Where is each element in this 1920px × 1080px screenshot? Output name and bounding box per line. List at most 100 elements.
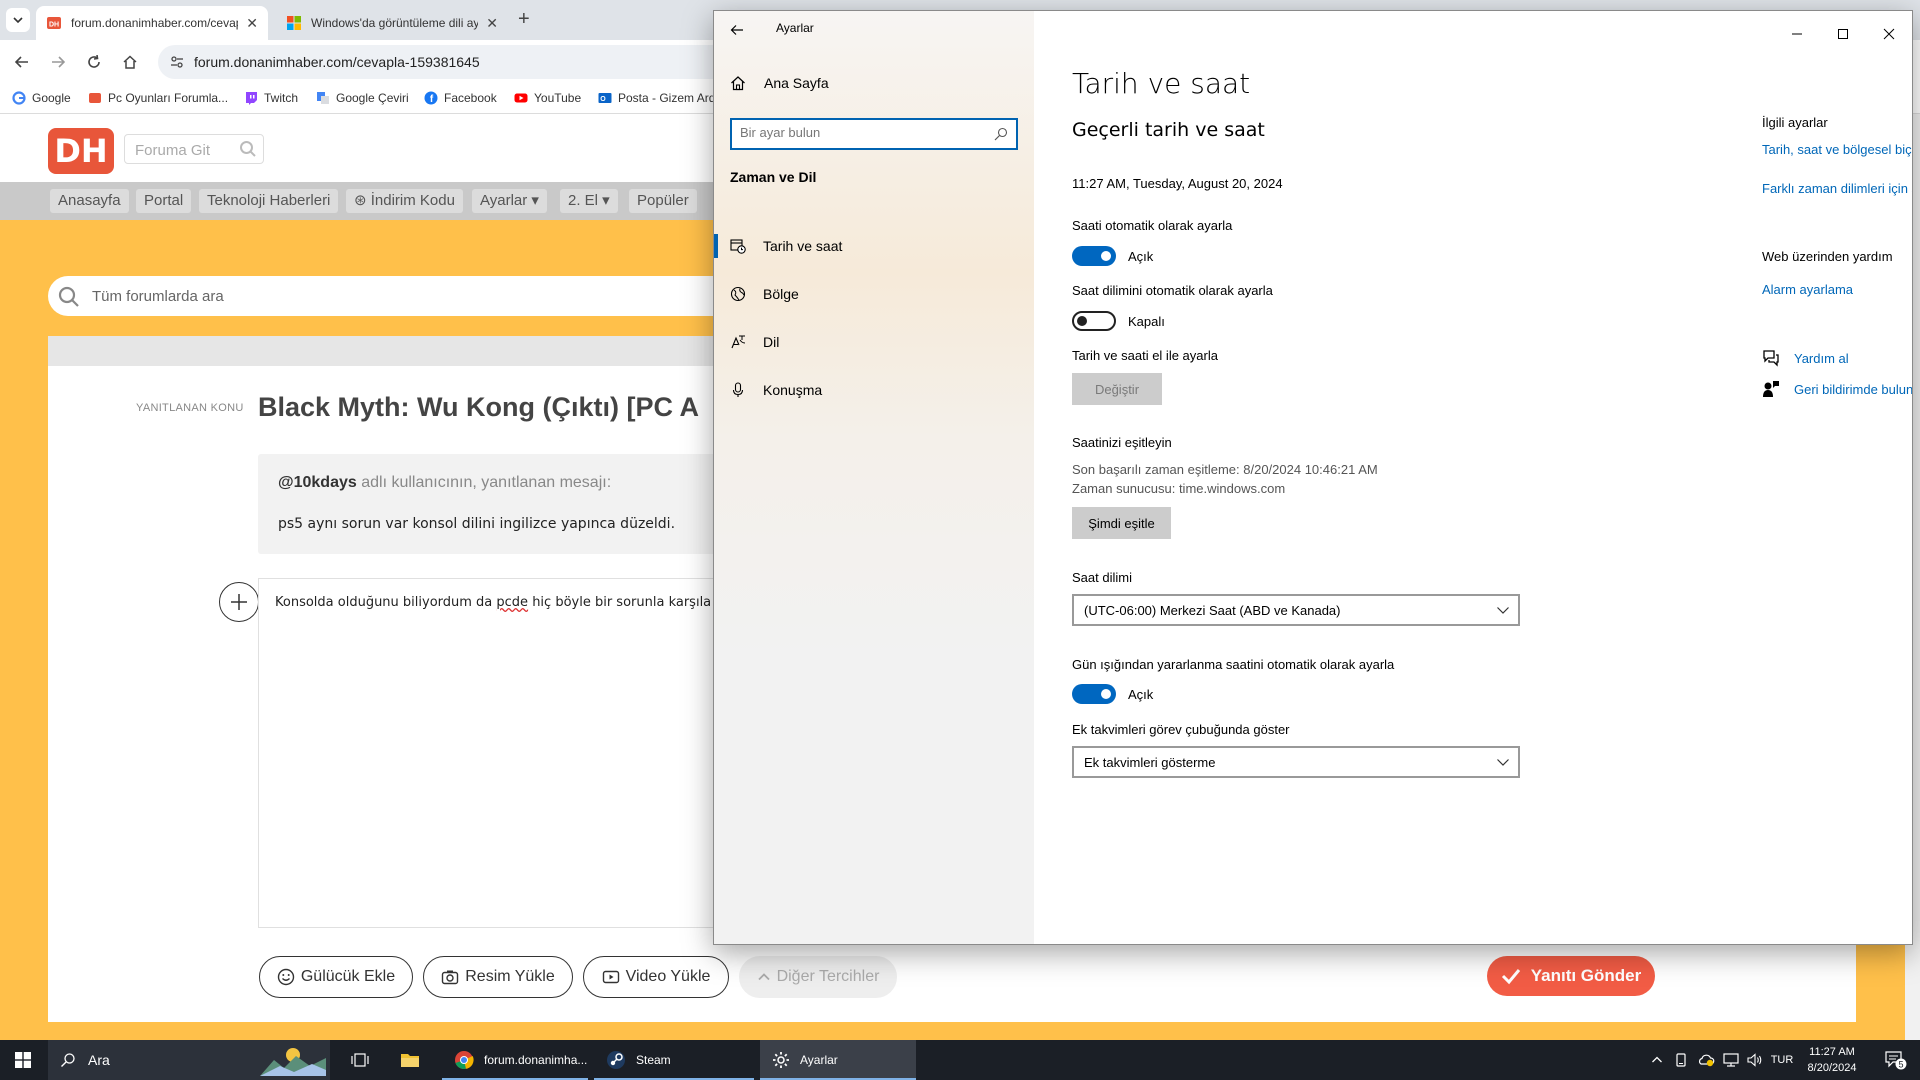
home-button[interactable] — [120, 52, 140, 72]
topic-title[interactable]: Black Myth: Wu Kong (Çıktı) [PC A — [258, 392, 699, 423]
translate-icon — [317, 92, 329, 104]
tray-network-icon[interactable] — [1720, 1040, 1742, 1080]
extra-calendars-select[interactable]: Ek takvimleri gösterme — [1072, 746, 1520, 778]
arrow-right-icon — [52, 56, 65, 68]
tray-onedrive-icon[interactable] — [1694, 1040, 1718, 1080]
bookmark-google[interactable]: Google — [12, 91, 71, 105]
twitch-icon — [246, 92, 257, 105]
site-info-icon[interactable] — [170, 55, 184, 69]
task-view-button[interactable] — [340, 1040, 380, 1080]
quote-username[interactable]: @10kdays — [278, 474, 357, 491]
clock-time: 11:27 AM — [1809, 1046, 1855, 1058]
taskbar-app-settings[interactable]: Ayarlar — [760, 1040, 916, 1080]
steam-icon — [607, 1051, 625, 1069]
tray-language-indicator[interactable]: TUR — [1768, 1040, 1796, 1080]
nav-teknoloji-haberleri[interactable]: Teknoloji Haberleri — [199, 189, 339, 213]
auto-timezone-toggle-row: Kapalı — [1072, 311, 1165, 331]
action-center-button[interactable]: 5 — [1872, 1040, 1920, 1080]
more-options-button[interactable]: Diğer Tercihler — [739, 956, 897, 998]
svg-text:DH: DH — [49, 22, 59, 29]
speaker-icon — [1747, 1053, 1762, 1067]
nav-portal[interactable]: Portal — [136, 189, 192, 213]
file-explorer-button[interactable] — [390, 1040, 430, 1080]
arrow-left-icon — [15, 56, 28, 68]
tray-overflow-button[interactable] — [1646, 1040, 1668, 1080]
tab-windows-language[interactable]: Windows'da görüntüleme dili ayarları ✕ — [276, 6, 508, 40]
bookmark-facebook[interactable]: f Facebook — [424, 91, 497, 105]
settings-nav-bolge[interactable]: Bölge — [714, 274, 1034, 314]
dst-toggle[interactable] — [1072, 684, 1116, 704]
last-sync-text: Son başarılı zaman eşitleme: 8/20/2024 1… — [1072, 462, 1378, 477]
gear-icon — [773, 1052, 789, 1068]
back-button[interactable] — [12, 52, 32, 72]
bookmark-posta[interactable]: O Posta - Gizem Ard — [598, 91, 715, 105]
back-button[interactable] — [730, 23, 744, 37]
regional-format-link[interactable]: Tarih, saat ve bölgesel biçim — [1762, 142, 1912, 157]
tab-donanimhaber[interactable]: DH forum.donanimhaber.com/cevapla-159381… — [36, 6, 268, 40]
bookmark-youtube[interactable]: YouTube — [514, 91, 581, 105]
bookmark-pc-oyunlari[interactable]: Pc Oyunları Forumla... — [88, 91, 228, 105]
nav-anasayfa[interactable]: Anasayfa — [50, 189, 129, 213]
change-datetime-button[interactable]: Değiştir — [1072, 373, 1162, 405]
nav-populer[interactable]: Popüler — [629, 189, 697, 213]
start-button[interactable] — [0, 1040, 46, 1080]
get-help-link[interactable]: Yardım al — [1762, 349, 1849, 367]
nav-ayarlar[interactable]: Ayarlar ▾ — [472, 189, 547, 213]
taskbar-app-steam[interactable]: Steam — [594, 1040, 754, 1080]
tab-search-button[interactable] — [6, 8, 30, 32]
forum-search-input[interactable]: Tüm forumlarda ara — [48, 276, 808, 316]
toggle-knob — [1077, 316, 1087, 326]
notification-count: 5 — [1898, 1060, 1903, 1070]
auto-timezone-label: Saat dilimini otomatik olarak ayarla — [1072, 283, 1273, 298]
search-icon[interactable] — [239, 140, 257, 158]
windows-logo-icon — [15, 1052, 31, 1068]
nav-ikinci-el[interactable]: 2. El ▾ — [560, 189, 618, 213]
settings-home-link[interactable]: Ana Sayfa — [730, 75, 829, 91]
settings-search-box[interactable] — [730, 118, 1018, 150]
settings-nav-tarih-ve-saat[interactable]: Tarih ve saat — [714, 226, 1034, 266]
forward-button[interactable] — [48, 52, 68, 72]
close-tab-icon[interactable]: ✕ — [486, 15, 498, 32]
tray-device-icon[interactable] — [1670, 1040, 1692, 1080]
search-icon — [994, 127, 1008, 141]
timezone-label: Saat dilimi — [1072, 570, 1132, 585]
forum-goto-search[interactable]: Foruma Git — [124, 134, 264, 164]
settings-search-input[interactable] — [740, 125, 980, 140]
add-attachment-button[interactable] — [219, 582, 259, 622]
taskbar-clock[interactable]: 11:27 AM 8/20/2024 — [1796, 1044, 1868, 1076]
settings-nav-konusma[interactable]: Konuşma — [714, 370, 1034, 410]
taskbar-app-chrome[interactable]: forum.donanimha... — [442, 1040, 588, 1080]
timezone-select[interactable]: (UTC-06:00) Merkezi Saat (ABD ve Kanada) — [1072, 594, 1520, 626]
feedback-link[interactable]: Geri bildirimde bulunun — [1762, 380, 1912, 398]
upload-video-button[interactable]: Video Yükle — [583, 956, 729, 998]
add-emoji-button[interactable]: Gülücük Ekle — [259, 956, 413, 998]
auto-timezone-toggle[interactable] — [1072, 311, 1116, 331]
new-tab-button[interactable]: + — [518, 8, 530, 31]
auto-time-toggle[interactable] — [1072, 246, 1116, 266]
settings-section-title: Zaman ve Dil — [730, 169, 817, 185]
taskbar-search[interactable]: Ara — [48, 1040, 330, 1080]
dh-logo[interactable]: DH — [48, 128, 114, 174]
home-icon — [731, 76, 745, 91]
close-tab-icon[interactable]: ✕ — [246, 15, 258, 32]
calendar-clock-icon — [730, 239, 746, 254]
time-server-text: Zaman sunucusu: time.windows.com — [1072, 481, 1286, 496]
page-title: Tarih ve saat — [1072, 67, 1251, 100]
bookmark-google-ceviri[interactable]: Google Çeviri — [316, 91, 409, 105]
sync-now-button[interactable]: Şimdi eşitle — [1072, 507, 1171, 539]
settings-nav-dil[interactable]: Dil — [714, 322, 1034, 362]
upload-image-button[interactable]: Resim Yükle — [423, 956, 573, 998]
alarm-help-link[interactable]: Alarm ayarlama — [1762, 282, 1853, 297]
bookmark-twitch[interactable]: Twitch — [244, 91, 298, 105]
tray-volume-icon[interactable] — [1744, 1040, 1766, 1080]
tab-title: Windows'da görüntüleme dili ayarları — [311, 16, 479, 30]
arrow-left-icon — [730, 25, 743, 35]
current-datetime-heading: Geçerli tarih ve saat — [1072, 119, 1265, 141]
add-clocks-link[interactable]: Farklı zaman dilimleri için saat ekle — [1762, 181, 1912, 196]
microphone-icon — [732, 382, 744, 397]
reload-button[interactable] — [84, 52, 104, 72]
send-reply-button[interactable]: Yanıtı Gönder — [1487, 956, 1655, 996]
nav-indirim-kodu[interactable]: ⊛ İndirim Kodu — [346, 189, 463, 213]
svg-text:O: O — [600, 96, 606, 103]
auto-time-state: Açık — [1128, 248, 1154, 264]
